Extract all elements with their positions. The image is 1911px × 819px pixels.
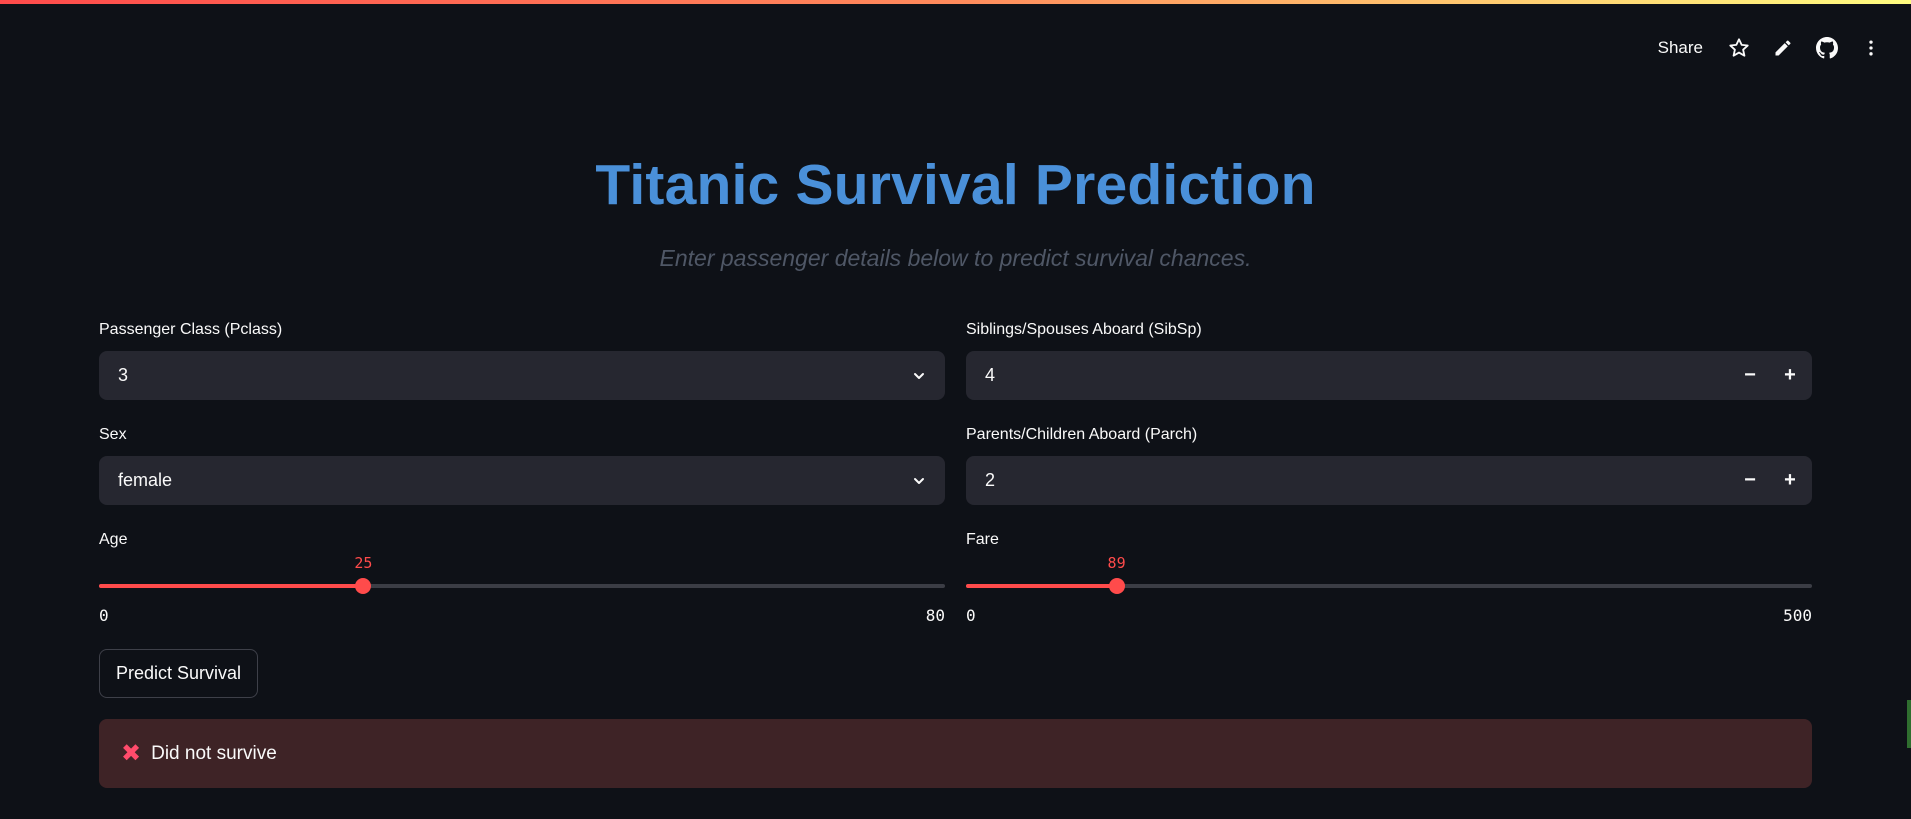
parch-decrement-button[interactable]: − xyxy=(1730,456,1770,505)
pclass-value: 3 xyxy=(118,365,129,385)
age-label: Age xyxy=(99,531,128,548)
side-status-marker xyxy=(1907,700,1911,748)
predict-survival-button[interactable]: Predict Survival xyxy=(99,649,259,698)
age-slider-value: 25 xyxy=(354,554,373,572)
age-slider-thumb[interactable] xyxy=(355,578,372,594)
chevron-down-icon xyxy=(909,471,929,491)
share-button[interactable]: Share xyxy=(1650,32,1711,64)
age-slider-min: 0 xyxy=(99,606,109,625)
sibsp-value[interactable]: 4 xyxy=(966,365,1730,386)
sibsp-label: Siblings/Spouses Aboard (SibSp) xyxy=(966,321,1202,338)
sibsp-decrement-button[interactable]: − xyxy=(1730,351,1770,400)
fare-slider-max: 500 xyxy=(1783,606,1812,625)
sibsp-increment-button[interactable]: + xyxy=(1770,351,1810,400)
star-icon[interactable] xyxy=(1723,32,1755,64)
parch-label: Parents/Children Aboard (Parch) xyxy=(966,426,1198,443)
more-vertical-icon[interactable] xyxy=(1855,32,1887,64)
fare-slider-thumb[interactable] xyxy=(1108,578,1125,594)
page-title: Titanic Survival Prediction xyxy=(595,153,1316,217)
age-slider-max: 80 xyxy=(925,606,945,625)
github-icon[interactable] xyxy=(1811,32,1843,64)
top-decoration-bar xyxy=(0,0,1911,4)
toolbar: Share xyxy=(1650,30,1887,66)
fare-slider-fill xyxy=(966,584,1117,588)
sibsp-number-input[interactable]: 4 − + xyxy=(966,351,1812,400)
fare-slider-min: 0 xyxy=(966,606,976,625)
pencil-icon[interactable] xyxy=(1767,32,1799,64)
sex-value: female xyxy=(118,470,173,490)
result-error-alert: ✖ Did not survive xyxy=(99,719,1812,788)
chevron-down-icon xyxy=(909,366,929,386)
page-subtitle: Enter passenger details below to predict… xyxy=(659,245,1252,271)
parch-number-input[interactable]: 2 − + xyxy=(966,456,1812,505)
app-root: Share Titanic Survival Prediction Enter … xyxy=(0,0,1911,819)
parch-value[interactable]: 2 xyxy=(966,470,1730,491)
age-slider-fill xyxy=(99,584,364,588)
fare-label: Fare xyxy=(966,531,999,548)
sex-select[interactable]: female xyxy=(99,456,945,505)
sex-label: Sex xyxy=(99,426,127,443)
fare-slider-value: 89 xyxy=(1107,554,1126,572)
pclass-select[interactable]: 3 xyxy=(99,351,945,400)
cross-mark-icon: ✖ xyxy=(121,739,142,767)
pclass-label: Passenger Class (Pclass) xyxy=(99,321,283,338)
parch-increment-button[interactable]: + xyxy=(1770,456,1810,505)
age-slider-track[interactable] xyxy=(99,584,945,588)
result-message: Did not survive xyxy=(151,742,277,764)
fare-slider-track[interactable] xyxy=(966,584,1812,588)
